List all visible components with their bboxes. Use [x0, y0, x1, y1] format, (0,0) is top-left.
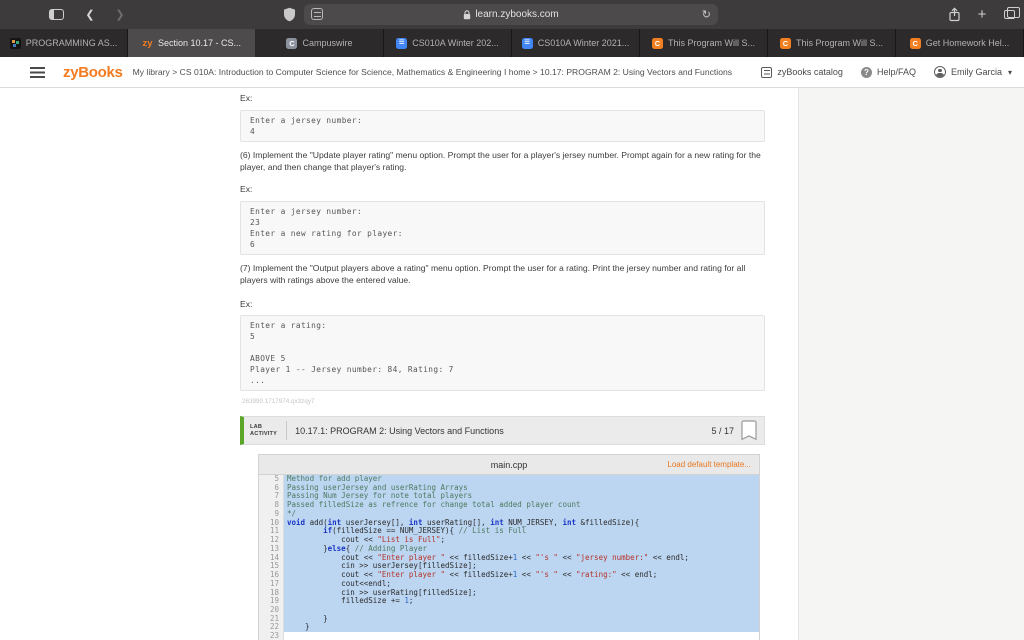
tab-label: This Program Will S...: [796, 38, 883, 48]
url-text: learn.zybooks.com: [475, 9, 558, 20]
forward-button[interactable]: ❯: [110, 0, 130, 29]
sidebar-icon: [49, 9, 64, 20]
code-line[interactable]: 22 }: [259, 623, 759, 632]
user-name: Emily Garcia: [951, 67, 1002, 77]
il-favicon: ≡: [396, 38, 407, 49]
zybooks-header: zyBooks My library > CS 010A: Introducti…: [0, 57, 1024, 88]
line-code: [284, 606, 759, 615]
catalog-icon: [761, 67, 772, 78]
browser-tab-6[interactable]: C This Program Will S...: [768, 29, 896, 57]
divider: [286, 421, 287, 440]
line-code: Passed filledSize as refrence for change…: [284, 501, 759, 510]
chegg-favicon: C: [780, 38, 791, 49]
lab-activity-badge: LABACTIVITY: [250, 424, 277, 437]
example-label-1: Ex:: [240, 93, 252, 103]
chevron-down-icon: ▾: [1008, 68, 1012, 77]
load-default-template-link[interactable]: Load default template...: [667, 460, 751, 469]
line-code: }: [284, 623, 759, 632]
example-output-2: Enter a jersey number: 23 Enter a new ra…: [240, 201, 765, 255]
lab-activity-header: LABACTIVITY 10.17.1: PROGRAM 2: Using Ve…: [240, 416, 765, 445]
new-tab-button[interactable]: +: [972, 0, 992, 29]
lock-icon: [463, 10, 471, 20]
browser-tab-7[interactable]: C Get Homework Hel...: [896, 29, 1024, 57]
reload-icon[interactable]: ↻: [702, 4, 711, 25]
example-label-2: Ex:: [240, 184, 252, 194]
address-bar[interactable]: learn.zybooks.com ↻: [304, 4, 718, 25]
code-editor-widget: main.cpp Load default template... 5Metho…: [258, 454, 760, 640]
sidebar-toggle-button[interactable]: [46, 0, 66, 29]
reader-page-icon[interactable]: [311, 8, 323, 20]
tab-label: CS010A Winter 2021...: [538, 38, 630, 48]
line-number: 6: [259, 484, 284, 493]
help-faq-link[interactable]: ? Help/FAQ: [861, 67, 916, 78]
example-label-3: Ex:: [240, 299, 252, 309]
line-number: 7: [259, 492, 284, 501]
code-line[interactable]: 21 }: [259, 615, 759, 624]
zybooks-logo[interactable]: zyBooks: [63, 64, 123, 81]
lab-progress-count: 5 / 17: [711, 426, 734, 436]
tab-bar: PROGRAMMING AS... zy Section 10.17 - CS...…: [0, 29, 1024, 57]
tab-label: Campuswire: [302, 38, 352, 48]
browser-toolbar: ❮ ❯ learn.zybooks.com ↻ +: [0, 0, 1024, 29]
line-number: 23: [259, 632, 284, 640]
tab-label: Get Homework Hel...: [926, 38, 1010, 48]
code-editor-header: main.cpp Load default template...: [259, 455, 759, 475]
line-code: filledSize += 1;: [284, 597, 759, 606]
lab-activity-title: 10.17.1: PROGRAM 2: Using Vectors and Fu…: [295, 426, 504, 436]
user-menu[interactable]: Emily Garcia ▾: [934, 66, 1012, 78]
code-line[interactable]: 23: [259, 632, 759, 640]
code-line[interactable]: 20: [259, 606, 759, 615]
instruction-paragraph-7: (7) Implement the "Output players above …: [240, 262, 765, 286]
catalog-label: zyBooks catalog: [777, 67, 843, 77]
tab-label: CS010A Winter 202...: [412, 38, 499, 48]
code-editor[interactable]: 5Method for add player6Passing userJerse…: [259, 475, 759, 640]
hamburger-menu-icon[interactable]: [30, 67, 45, 78]
pixel-favicon: [10, 38, 21, 49]
page-margin-area: [798, 88, 1024, 640]
browser-tab-1[interactable]: zy Section 10.17 - CS...: [128, 29, 256, 57]
privacy-shield-icon[interactable]: [280, 0, 298, 29]
browser-tab-0[interactable]: PROGRAMMING AS...: [0, 29, 128, 57]
tab-label: This Program Will S...: [668, 38, 755, 48]
help-icon: ?: [861, 67, 872, 78]
back-button[interactable]: ❮: [80, 0, 100, 29]
cw-favicon: C: [286, 38, 297, 49]
browser-tab-3[interactable]: ≡ CS010A Winter 202...: [384, 29, 512, 57]
tab-label: PROGRAMMING AS...: [26, 38, 118, 48]
zybooks-catalog-link[interactable]: zyBooks catalog: [761, 67, 843, 78]
help-label: Help/FAQ: [877, 67, 916, 77]
user-avatar-icon: [934, 66, 946, 78]
browser-tab-2[interactable]: C Campuswire: [256, 29, 384, 57]
chegg-favicon: C: [652, 38, 663, 49]
tab-label: Section 10.17 - CS...: [158, 38, 241, 48]
content-watermark: 263990.1717974.qx3zqy7: [242, 398, 314, 405]
bookmark-icon[interactable]: [741, 420, 757, 441]
il-favicon: ≡: [522, 38, 533, 49]
line-number: 8: [259, 501, 284, 510]
tab-overview-button[interactable]: [998, 0, 1020, 29]
code-line[interactable]: 8Passed filledSize as refrence for chang…: [259, 501, 759, 510]
share-button[interactable]: [944, 0, 964, 29]
page: ❮ ❯ learn.zybooks.com ↻ + PROGRAMMING AS…: [0, 0, 1024, 640]
browser-tab-5[interactable]: C This Program Will S...: [640, 29, 768, 57]
instruction-paragraph-6: (6) Implement the "Update player rating"…: [240, 149, 765, 173]
line-number: 5: [259, 475, 284, 484]
example-output-3: Enter a rating: 5 ABOVE 5 Player 1 -- Je…: [240, 315, 765, 391]
zy-favicon: zy: [142, 38, 153, 49]
breadcrumb[interactable]: My library > CS 010A: Introduction to Co…: [133, 67, 732, 77]
line-code: [284, 632, 759, 640]
line-code: }: [284, 615, 759, 624]
tab-overview-icon: [1004, 10, 1015, 19]
chegg-favicon: C: [910, 38, 921, 49]
filename-label: main.cpp: [491, 460, 528, 470]
example-output-1: Enter a jersey number: 4: [240, 110, 765, 142]
code-line[interactable]: 19 filledSize += 1;: [259, 597, 759, 606]
browser-tab-4[interactable]: ≡ CS010A Winter 2021...: [512, 29, 640, 57]
